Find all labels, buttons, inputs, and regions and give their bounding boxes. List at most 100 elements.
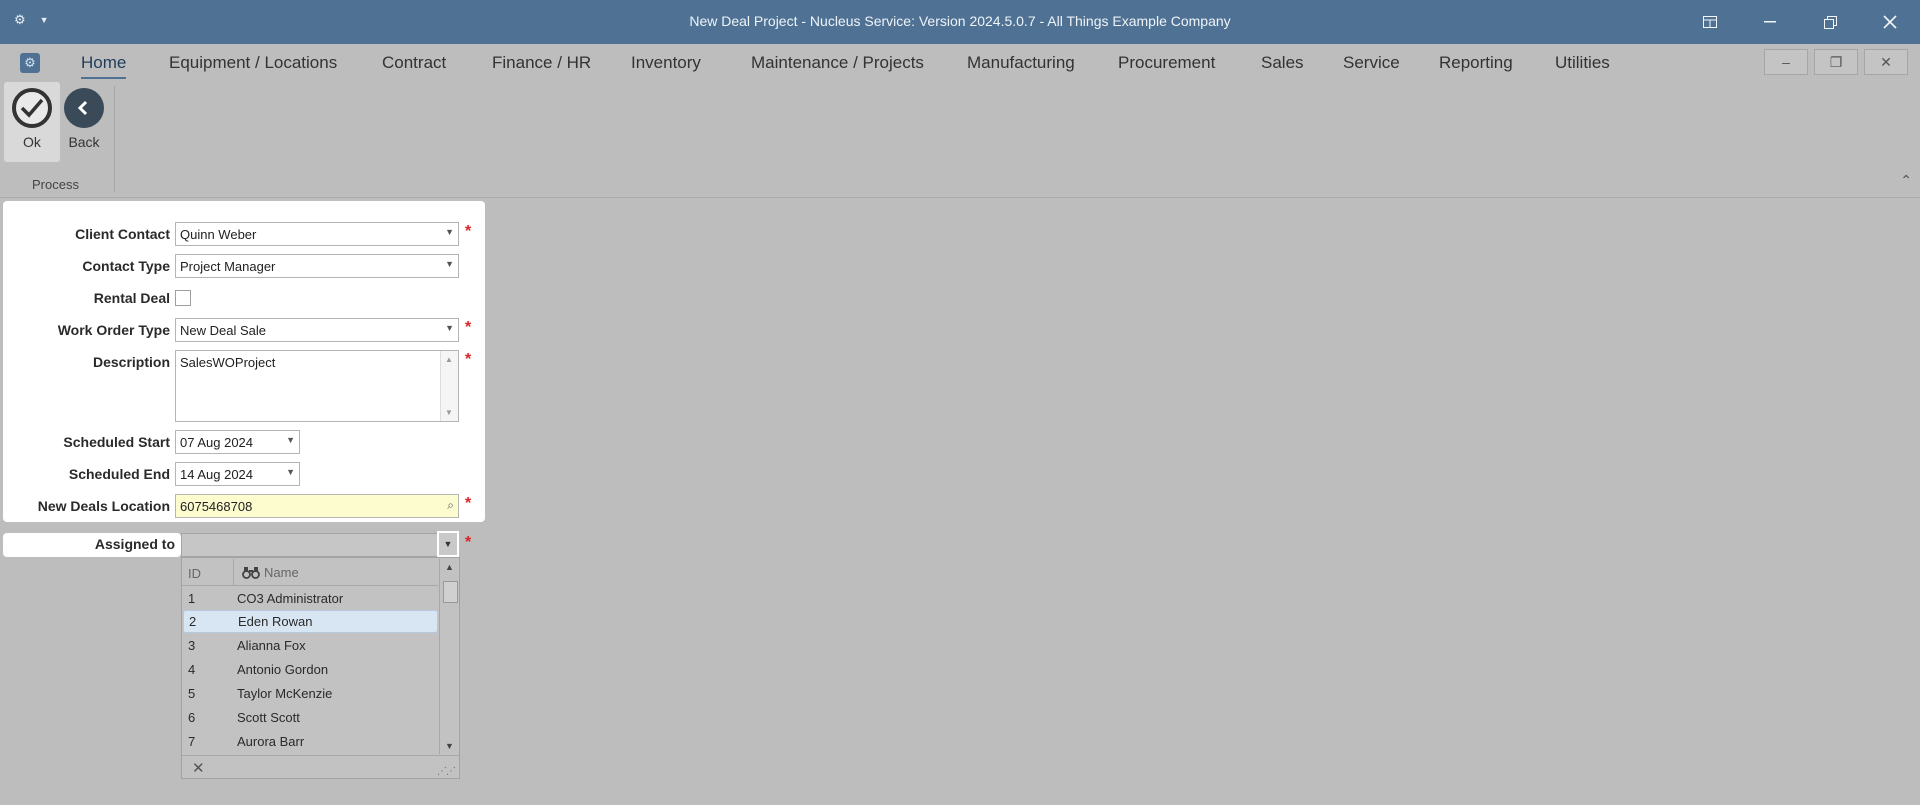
menu-equipment-locations[interactable]: Equipment / Locations bbox=[169, 53, 337, 73]
required-marker: * bbox=[465, 534, 472, 551]
new-deals-location-lookup[interactable]: 6075468708 ⌕ bbox=[175, 494, 459, 518]
new-deals-location-label: New Deals Location bbox=[37, 498, 170, 514]
mdi-close-button[interactable]: ✕ bbox=[1864, 49, 1908, 75]
mdi-minimize-button[interactable]: – bbox=[1764, 49, 1808, 75]
work-order-type-dropdown[interactable]: New Deal Sale ▼ bbox=[175, 318, 459, 342]
collapse-ribbon-icon[interactable]: ⌃ bbox=[1900, 172, 1912, 189]
row-name: Scott Scott bbox=[237, 710, 300, 725]
minimize-icon bbox=[1764, 21, 1776, 23]
menu-inventory[interactable]: Inventory bbox=[631, 53, 701, 73]
ribbon-group-process: Process bbox=[32, 177, 79, 192]
scheduled-start-label: Scheduled Start bbox=[63, 434, 170, 450]
scroll-up-icon[interactable]: ▲ bbox=[445, 562, 454, 572]
row-id: 5 bbox=[188, 686, 196, 701]
restore-icon: ❐ bbox=[1829, 53, 1843, 70]
ribbon-display-options-button[interactable] bbox=[1680, 0, 1740, 44]
work-order-type-value: New Deal Sale bbox=[180, 323, 266, 338]
client-contact-dropdown[interactable]: Quinn Weber ▼ bbox=[175, 222, 459, 246]
clear-icon[interactable]: ✕ bbox=[192, 759, 205, 777]
required-marker: * bbox=[465, 319, 472, 336]
scheduled-end-datepicker[interactable]: 14 Aug 2024 ▼ bbox=[175, 462, 300, 486]
menu-contract[interactable]: Contract bbox=[382, 53, 446, 73]
row-name: Antonio Gordon bbox=[237, 662, 329, 677]
resize-grip-icon[interactable]: ⋰⋰ bbox=[437, 766, 456, 777]
work-order-type-label: Work Order Type bbox=[57, 322, 170, 338]
description-value: SalesWOProject bbox=[180, 355, 276, 370]
back-arrow-icon bbox=[64, 88, 104, 128]
scrollbar-thumb[interactable] bbox=[443, 581, 458, 603]
chevron-down-icon: ▼ bbox=[443, 539, 453, 549]
form-panel: Client Contact Quinn Weber ▼ * Contact T… bbox=[3, 201, 485, 522]
menu-reporting[interactable]: Reporting bbox=[1439, 53, 1513, 73]
scroll-down-icon[interactable]: ▼ bbox=[445, 408, 453, 417]
app-menu-icon[interactable]: ⚙ bbox=[20, 53, 40, 73]
scheduled-end-value: 14 Aug 2024 bbox=[180, 467, 254, 482]
chevron-down-icon: ▼ bbox=[286, 435, 295, 445]
row-name: Eden Rowan bbox=[238, 614, 313, 629]
description-textarea[interactable]: SalesWOProject ▲ ▼ bbox=[175, 350, 459, 422]
row-id: 4 bbox=[188, 662, 196, 677]
menu-home[interactable]: Home bbox=[81, 53, 127, 79]
menu-procurement[interactable]: Procurement bbox=[1118, 53, 1215, 73]
assigned-to-dropdown[interactable] bbox=[181, 533, 457, 557]
restore-button[interactable] bbox=[1800, 0, 1860, 44]
column-header-id[interactable]: ID bbox=[188, 566, 201, 581]
description-scrollbar[interactable]: ▲ ▼ bbox=[440, 351, 458, 421]
row-name: CO3 Administrator bbox=[237, 591, 344, 606]
list-item[interactable]: 6 Scott Scott bbox=[182, 706, 438, 729]
column-separator bbox=[233, 559, 234, 586]
assigned-to-dropdown-button[interactable]: ▼ bbox=[437, 531, 459, 557]
restore-icon bbox=[1823, 15, 1837, 29]
binoculars-icon[interactable] bbox=[242, 566, 260, 579]
scroll-up-icon[interactable]: ▲ bbox=[445, 355, 453, 364]
close-icon: ✕ bbox=[1880, 53, 1892, 70]
list-item[interactable]: 1 CO3 Administrator bbox=[182, 587, 438, 610]
contact-type-dropdown[interactable]: Project Manager ▼ bbox=[175, 254, 459, 278]
client-contact-value: Quinn Weber bbox=[180, 227, 257, 242]
list-item[interactable]: 3 Alianna Fox bbox=[182, 634, 438, 657]
scheduled-start-datepicker[interactable]: 07 Aug 2024 ▼ bbox=[175, 430, 300, 454]
list-item[interactable]: 5 Taylor McKenzie bbox=[182, 682, 438, 705]
menu-finance-hr[interactable]: Finance / HR bbox=[492, 53, 591, 73]
row-id: 6 bbox=[188, 710, 196, 725]
row-id: 7 bbox=[188, 734, 196, 749]
back-button[interactable]: Back bbox=[56, 82, 112, 162]
new-deals-location-value: 6075468708 bbox=[180, 499, 253, 514]
rental-deal-checkbox[interactable] bbox=[175, 290, 191, 306]
column-header-name[interactable]: Name bbox=[242, 565, 299, 580]
row-id: 3 bbox=[188, 638, 196, 653]
column-header-name-label: Name bbox=[264, 565, 299, 580]
row-id: 1 bbox=[188, 591, 196, 606]
checkmark-icon bbox=[12, 88, 52, 128]
ok-label: Ok bbox=[23, 134, 41, 150]
menu-bar: ⚙ Home Equipment / Locations Contract Fi… bbox=[0, 44, 1920, 82]
ribbon: Ok Back Process ⌃ bbox=[0, 82, 1920, 198]
menu-utilities[interactable]: Utilities bbox=[1555, 53, 1610, 73]
list-item[interactable]: 7 Aurora Barr bbox=[182, 730, 438, 753]
row-name: Aurora Barr bbox=[237, 734, 305, 749]
menu-manufacturing[interactable]: Manufacturing bbox=[967, 53, 1075, 73]
scheduled-start-value: 07 Aug 2024 bbox=[180, 435, 254, 450]
minimize-button[interactable] bbox=[1740, 0, 1800, 44]
search-icon[interactable]: ⌕ bbox=[447, 498, 454, 513]
mdi-restore-button[interactable]: ❐ bbox=[1814, 49, 1858, 75]
menu-sales[interactable]: Sales bbox=[1261, 53, 1304, 73]
chevron-down-icon: ▼ bbox=[445, 259, 454, 269]
minimize-icon: – bbox=[1782, 54, 1790, 70]
row-name: Alianna Fox bbox=[237, 638, 306, 653]
popup-header: ID Name bbox=[182, 559, 438, 586]
required-marker: * bbox=[465, 495, 472, 512]
menu-maintenance-projects[interactable]: Maintenance / Projects bbox=[751, 53, 924, 73]
list-item[interactable]: 4 Antonio Gordon bbox=[182, 658, 438, 681]
required-marker: * bbox=[465, 223, 472, 240]
scroll-down-icon[interactable]: ▼ bbox=[445, 741, 454, 751]
popup-scrollbar[interactable]: ▲ ▼ bbox=[439, 559, 459, 754]
close-button[interactable] bbox=[1860, 0, 1920, 44]
menu-service[interactable]: Service bbox=[1343, 53, 1400, 73]
list-item-selected[interactable]: 2 Eden Rowan bbox=[183, 610, 438, 633]
ok-button[interactable]: Ok bbox=[4, 82, 60, 162]
popup-footer: ✕ ⋰⋰ bbox=[182, 755, 459, 779]
ribbon-separator bbox=[114, 86, 115, 192]
close-icon bbox=[1883, 15, 1897, 29]
row-name: Taylor McKenzie bbox=[237, 686, 333, 701]
